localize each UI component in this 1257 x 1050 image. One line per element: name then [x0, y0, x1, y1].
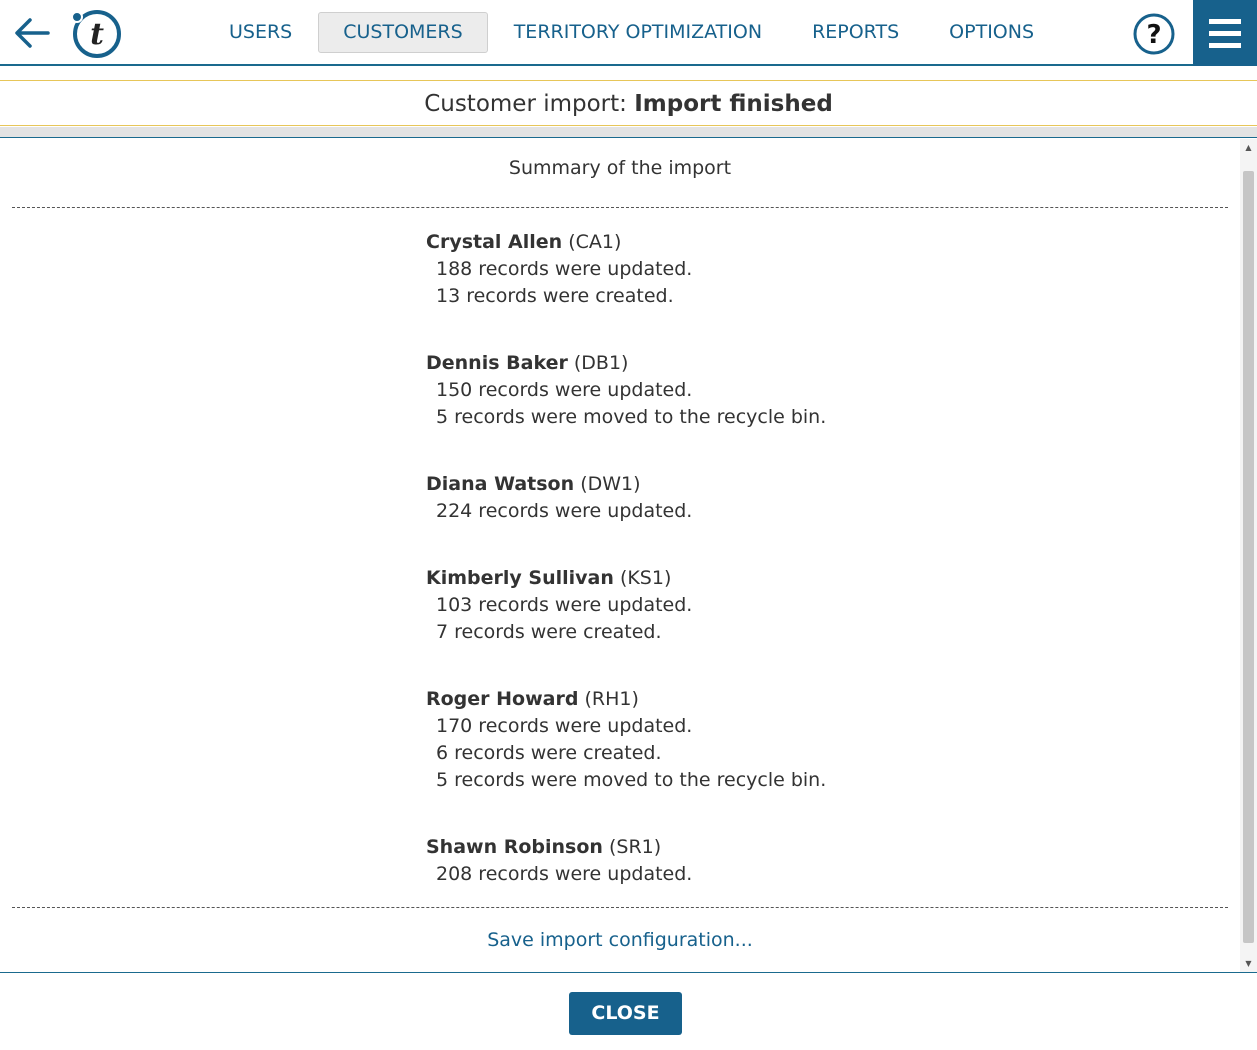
scroll-down-arrow-icon[interactable]: ▼	[1240, 955, 1257, 972]
nav-item-users[interactable]: USERS	[205, 12, 316, 53]
user-name: Kimberly Sullivan	[426, 567, 614, 589]
user-name: Roger Howard	[426, 688, 579, 710]
result-line: 188 records were updated.	[436, 258, 693, 280]
summary-entry: Kimberly Sullivan (KS1) 103 records were…	[426, 565, 986, 646]
user-code: (DB1)	[573, 352, 629, 374]
nav-item-territory-optimization[interactable]: TERRITORY OPTIMIZATION	[490, 12, 786, 53]
logo-t-icon: t	[71, 10, 121, 58]
summary-entry: Shawn Robinson (SR1) 208 records were up…	[426, 834, 986, 888]
result-line: 6 records were created.	[436, 742, 662, 764]
nav-item-reports[interactable]: REPORTS	[788, 12, 923, 53]
result-line: 224 records were updated.	[436, 500, 693, 522]
user-code: (KS1)	[619, 567, 672, 589]
user-code: (DW1)	[580, 473, 641, 495]
nav-item-options[interactable]: OPTIONS	[925, 12, 1058, 53]
save-import-configuration-link[interactable]: Save import configuration...	[0, 929, 1240, 951]
arrow-left-icon	[15, 18, 50, 48]
result-line: 5 records were moved to the recycle bin.	[436, 769, 827, 791]
summary-entries: Crystal Allen (CA1) 188 records were upd…	[426, 229, 986, 928]
summary-entry: Diana Watson (DW1) 224 records were upda…	[426, 471, 986, 525]
user-name: Shawn Robinson	[426, 836, 603, 858]
page-title: Customer import: Import finished	[0, 80, 1257, 126]
result-line: 208 records were updated.	[436, 863, 693, 885]
result-line: 103 records were updated.	[436, 594, 693, 616]
svg-text:t: t	[90, 17, 104, 52]
hamburger-menu-icon	[1209, 19, 1241, 24]
user-name: Diana Watson	[426, 473, 575, 495]
main-nav: USERS CUSTOMERS TERRITORY OPTIMIZATION R…	[205, 12, 1060, 53]
user-code: (RH1)	[584, 688, 639, 710]
user-code: (CA1)	[568, 231, 622, 253]
summary-entry: Crystal Allen (CA1) 188 records were upd…	[426, 229, 986, 310]
close-button[interactable]: CLOSE	[569, 992, 682, 1035]
hamburger-menu-icon	[1209, 43, 1241, 48]
back-button[interactable]	[10, 14, 54, 52]
page-title-status: Import finished	[634, 91, 833, 117]
result-line: 150 records were updated.	[436, 379, 693, 401]
top-divider	[12, 207, 1228, 208]
summary-entry: Dennis Baker (DB1) 150 records were upda…	[426, 350, 986, 431]
title-separator	[0, 127, 1257, 138]
summary-heading: Summary of the import	[508, 157, 732, 179]
hamburger-menu-icon	[1209, 31, 1241, 36]
result-line: 13 records were created.	[436, 285, 674, 307]
main-menu-button[interactable]	[1193, 0, 1257, 66]
nav-item-customers[interactable]: CUSTOMERS	[318, 12, 488, 53]
dialog-footer: CLOSE	[0, 972, 1257, 1050]
bottom-divider	[12, 907, 1228, 908]
page-title-prefix: Customer import:	[424, 91, 627, 117]
summary-entry: Roger Howard (RH1) 170 records were upda…	[426, 686, 986, 794]
user-name: Dennis Baker	[426, 352, 568, 374]
help-button[interactable]: ?	[1133, 13, 1175, 55]
result-line: 170 records were updated.	[436, 715, 693, 737]
user-name: Crystal Allen	[426, 231, 563, 253]
question-mark-icon: ?	[1133, 13, 1175, 55]
import-summary-panel: Summary of the import Crystal Allen (CA1…	[0, 139, 1240, 972]
result-line: 7 records were created.	[436, 621, 662, 643]
user-code: (SR1)	[608, 836, 662, 858]
scroll-up-arrow-icon[interactable]: ▲	[1240, 139, 1257, 156]
result-line: 5 records were moved to the recycle bin.	[436, 406, 827, 428]
app-logo[interactable]: t	[70, 8, 124, 60]
scrollbar-thumb[interactable]	[1243, 171, 1254, 943]
vertical-scrollbar[interactable]: ▲ ▼	[1240, 139, 1257, 972]
svg-text:?: ?	[1146, 20, 1161, 50]
top-navigation-bar: t USERS CUSTOMERS TERRITORY OPTIMIZATION…	[0, 0, 1257, 66]
